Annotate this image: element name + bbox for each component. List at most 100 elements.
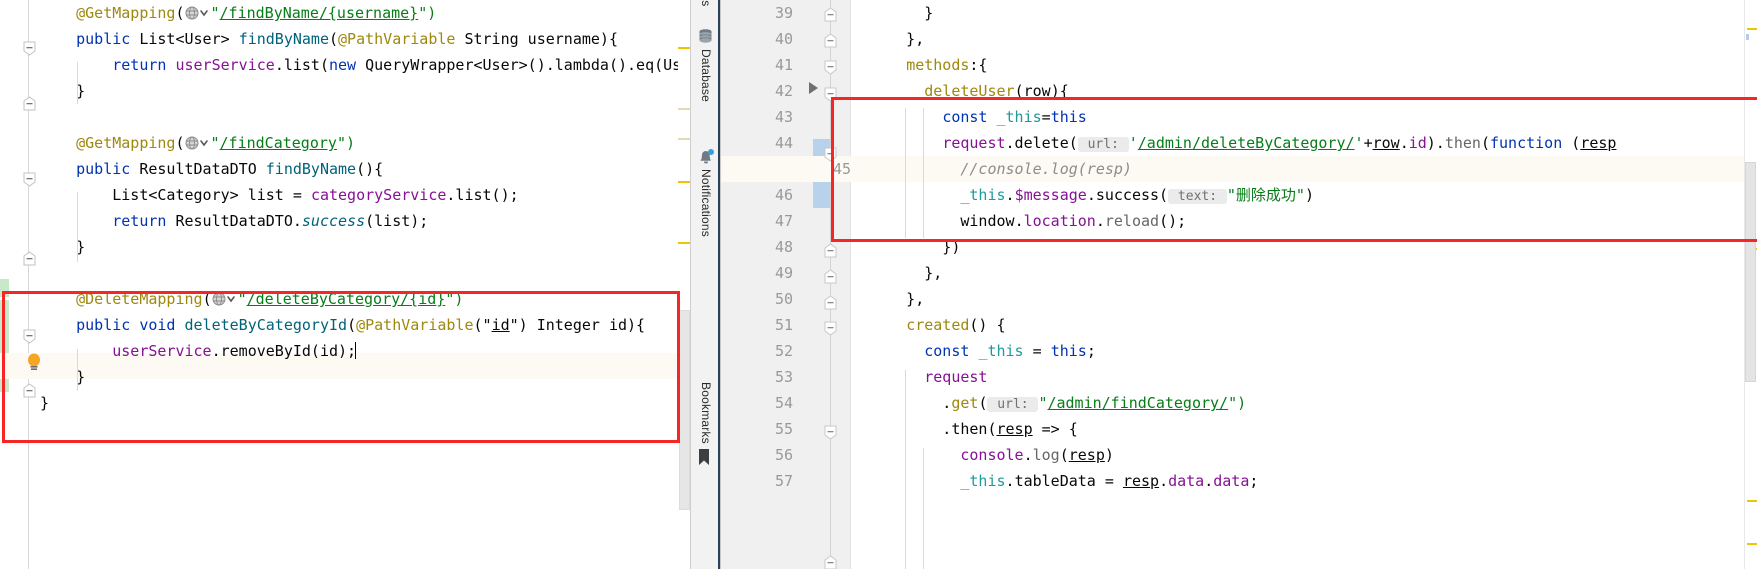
- code-line[interactable]: @GetMapping("/findByName/{username}"): [40, 0, 690, 26]
- tool-button-database[interactable]: Database: [691, 28, 721, 102]
- line-number[interactable]: 39: [721, 0, 793, 26]
- code-line[interactable]: userService.removeById(id);: [40, 338, 690, 364]
- web-endpoint-icon[interactable]: [212, 292, 238, 306]
- fold-end-icon[interactable]: [823, 243, 838, 258]
- web-endpoint-icon[interactable]: [185, 136, 211, 150]
- line-number[interactable]: 44: [721, 130, 793, 156]
- code-line[interactable]: public ResultDataDTO findByName(){: [40, 156, 690, 182]
- line-number[interactable]: 54: [721, 390, 793, 416]
- code-line[interactable]: return userService.list(new QueryWrapper…: [40, 52, 690, 78]
- fold-collapse-icon[interactable]: [823, 87, 838, 102]
- code-line[interactable]: }): [852, 234, 1757, 260]
- fold-collapse-icon[interactable]: [823, 60, 838, 75]
- fold-end-icon[interactable]: [823, 7, 838, 22]
- code-line[interactable]: public List<User> findByName(@PathVariab…: [40, 26, 690, 52]
- line-number[interactable]: 53: [721, 364, 793, 390]
- code-token: @GetMapping: [76, 4, 176, 22]
- tool-button-notifications[interactable]: Notifications: [691, 148, 721, 237]
- fold-end-icon[interactable]: [22, 383, 37, 398]
- code-line[interactable]: }: [40, 390, 690, 416]
- code-line[interactable]: return ResultDataDTO.success(list);: [40, 208, 690, 234]
- scroll-marker[interactable]: [1747, 543, 1757, 545]
- fold-end-icon[interactable]: [823, 269, 838, 284]
- fold-end-icon[interactable]: [823, 555, 838, 569]
- scroll-marker[interactable]: [1747, 500, 1757, 502]
- line-number[interactable]: 55: [721, 416, 793, 442]
- code-line[interactable]: [40, 260, 690, 286]
- code-line[interactable]: window.location.reload();: [852, 208, 1757, 234]
- code-line[interactable]: @DeleteMapping("/deleteByCategory/{id}"): [40, 286, 690, 312]
- scroll-marker[interactable]: [678, 138, 690, 140]
- code-line[interactable]: },: [852, 26, 1757, 52]
- line-number[interactable]: 48: [721, 234, 793, 260]
- code-line[interactable]: const _this = this;: [852, 338, 1757, 364]
- web-endpoint-icon[interactable]: [185, 6, 211, 20]
- fold-collapse-icon[interactable]: [823, 425, 838, 440]
- line-number[interactable]: 42: [721, 78, 793, 104]
- fold-collapse-icon[interactable]: [823, 147, 838, 162]
- code-line[interactable]: console.log(resp): [852, 442, 1757, 468]
- line-number[interactable]: 56: [721, 442, 793, 468]
- vcs-change-bar[interactable]: [0, 279, 9, 297]
- fold-collapse-icon[interactable]: [22, 41, 37, 56]
- fold-end-icon[interactable]: [22, 96, 37, 111]
- toolbar-partial-label[interactable]: cs: [691, 0, 721, 6]
- line-number[interactable]: 43: [721, 104, 793, 130]
- code-line[interactable]: const _this=this: [852, 104, 1757, 130]
- fold-end-icon[interactable]: [823, 33, 838, 48]
- code-line[interactable]: }: [852, 0, 1757, 26]
- code-line[interactable]: deleteUser(row){: [852, 78, 1757, 104]
- right-editor-pane[interactable]: 39 40 41 42 43 44 45 46 47 48 49 50 51 52 53 54 55 56 57: [720, 0, 1757, 569]
- code-line[interactable]: .get( url: "/admin/findCategory/"): [852, 390, 1757, 416]
- line-number[interactable]: 51: [721, 312, 793, 338]
- line-number[interactable]: 47: [721, 208, 793, 234]
- scroll-marker[interactable]: [678, 108, 690, 110]
- right-tool-window-bar[interactable]: cs Database Notifications Bookmarks: [690, 0, 720, 569]
- code-line[interactable]: },: [852, 260, 1757, 286]
- code-line[interactable]: [40, 104, 690, 130]
- scroll-marker[interactable]: [678, 47, 690, 49]
- scroll-marker[interactable]: [1746, 34, 1749, 40]
- run-gutter-icon[interactable]: [809, 82, 818, 94]
- left-vertical-scrollbar-thumb[interactable]: [679, 310, 690, 510]
- code-line[interactable]: request: [852, 364, 1757, 390]
- line-number[interactable]: 41: [721, 52, 793, 78]
- line-number[interactable]: 50: [721, 286, 793, 312]
- line-number[interactable]: 46: [721, 182, 793, 208]
- scroll-marker[interactable]: [1747, 28, 1757, 30]
- code-token: (){: [356, 160, 384, 178]
- code-line[interactable]: _this.tableData = resp.data.data;: [852, 468, 1757, 494]
- right-scrollbar-markers[interactable]: [1744, 0, 1757, 569]
- code-line[interactable]: //console.log(resp): [852, 156, 1757, 182]
- code-line[interactable]: methods:{: [852, 52, 1757, 78]
- code-line[interactable]: @GetMapping("/findCategory"): [40, 130, 690, 156]
- left-code-text[interactable]: @GetMapping("/findByName/{username}") pu…: [40, 0, 690, 569]
- code-line[interactable]: public void deleteByCategoryId(@PathVari…: [40, 312, 690, 338]
- fold-collapse-icon[interactable]: [22, 172, 37, 187]
- fold-end-icon[interactable]: [22, 251, 37, 266]
- scroll-marker[interactable]: [678, 181, 690, 183]
- code-line[interactable]: }: [40, 364, 690, 390]
- tool-button-bookmarks[interactable]: Bookmarks: [691, 382, 721, 466]
- left-scrollbar-markers[interactable]: [678, 0, 690, 569]
- code-line[interactable]: }: [40, 78, 690, 104]
- code-line[interactable]: created() {: [852, 312, 1757, 338]
- left-editor-pane[interactable]: @GetMapping("/findByName/{username}") pu…: [0, 0, 690, 569]
- fold-end-icon[interactable]: [823, 295, 838, 310]
- fold-rail: [830, 0, 831, 569]
- fold-collapse-icon[interactable]: [823, 321, 838, 336]
- fold-collapse-icon[interactable]: [22, 329, 37, 344]
- code-line[interactable]: .then(resp => {: [852, 416, 1757, 442]
- code-line[interactable]: List<Category> list = categoryService.li…: [40, 182, 690, 208]
- right-vertical-scrollbar-thumb[interactable]: [1745, 162, 1756, 382]
- code-line[interactable]: },: [852, 286, 1757, 312]
- line-number[interactable]: 52: [721, 338, 793, 364]
- code-line[interactable]: request.delete( url: '/admin/deleteByCat…: [852, 130, 1757, 156]
- code-line[interactable]: _this.$message.success( text: "删除成功"): [852, 182, 1757, 208]
- line-number[interactable]: 40: [721, 26, 793, 52]
- line-number[interactable]: 57: [721, 468, 793, 494]
- scroll-marker[interactable]: [678, 242, 690, 244]
- line-number[interactable]: 49: [721, 260, 793, 286]
- code-line[interactable]: }: [40, 234, 690, 260]
- right-code-text[interactable]: } }, methods:{ deleteUser(row){ const _t…: [852, 0, 1757, 569]
